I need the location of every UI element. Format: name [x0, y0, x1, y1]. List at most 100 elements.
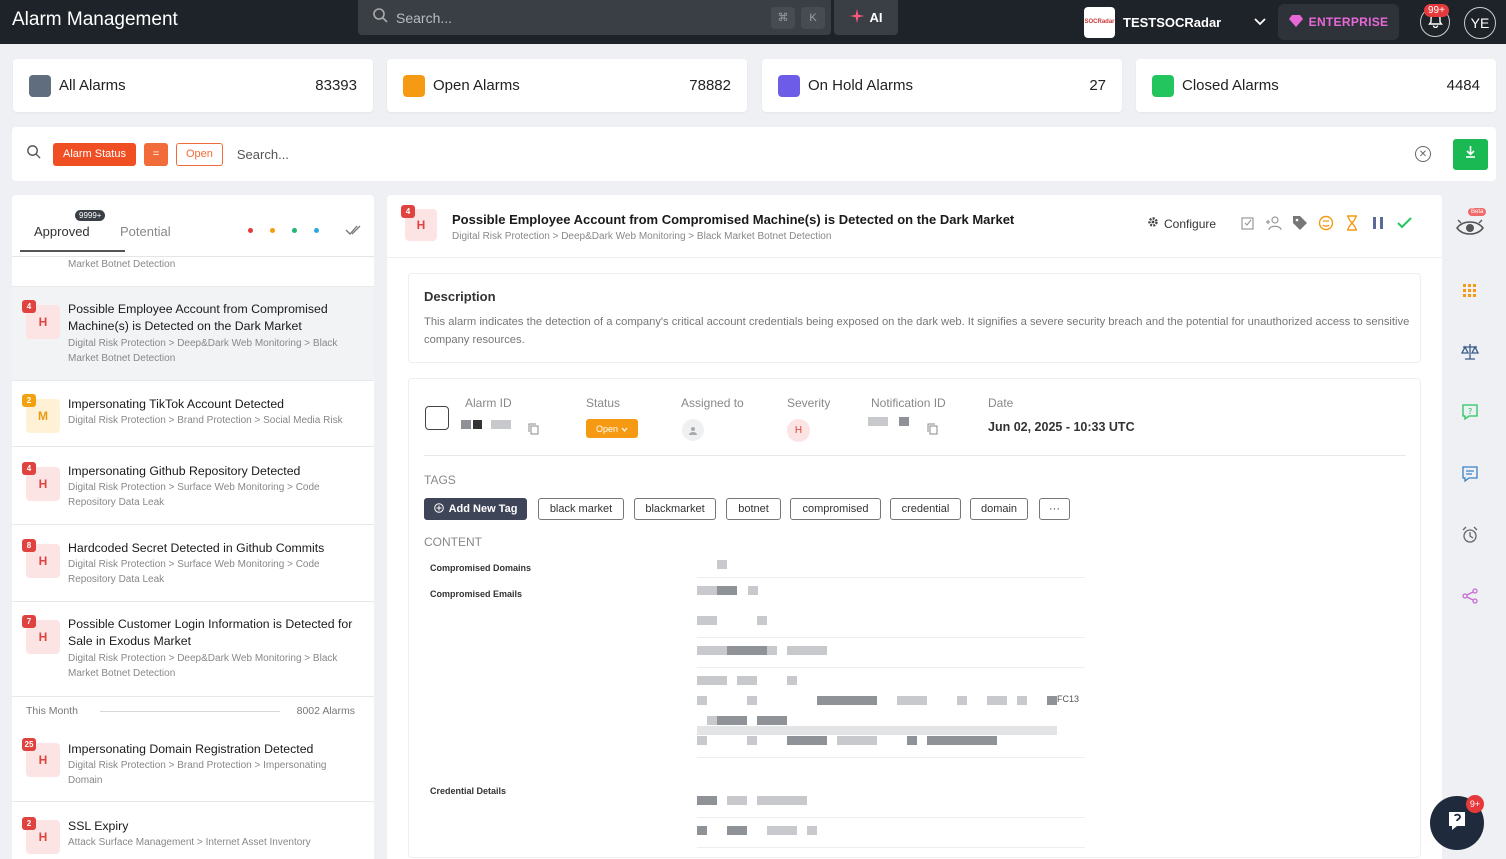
tag-chip[interactable]: compromised [790, 498, 881, 520]
list-item[interactable]: H 25 Impersonating Domain Registration D… [12, 725, 374, 802]
tag-chip[interactable]: credential [890, 498, 961, 520]
list-item[interactable]: H 4 Possible Employee Account from Compr… [12, 287, 374, 381]
clear-filter-icon[interactable]: ✕ [1415, 146, 1431, 162]
severity-filter-dot-green[interactable] [292, 228, 297, 233]
global-search[interactable]: Search... ⌘ K [358, 0, 831, 35]
severity-filter-dot-red[interactable] [248, 228, 253, 233]
more-tags-button[interactable]: ··· [1039, 498, 1070, 520]
stat-card-on-hold-alarms[interactable]: On Hold Alarms 27 [762, 59, 1122, 112]
list-item[interactable]: H 2 SSL Expiry Attack Surface Management… [12, 802, 374, 859]
checklist-icon[interactable] [1239, 214, 1257, 232]
alarm-id-label: Alarm ID [465, 396, 512, 410]
credential-details-label: Credential Details [430, 786, 507, 796]
filter-operator-chip[interactable]: = [143, 142, 168, 166]
severity-filter-dot-blue[interactable] [314, 228, 319, 233]
user-avatar[interactable]: YE [1464, 7, 1496, 39]
list-item-partial[interactable]: Market Botnet Detection [12, 257, 374, 287]
filter-field-chip[interactable]: Alarm Status [53, 142, 136, 166]
configure-button[interactable]: Configure [1147, 216, 1216, 231]
tag-chip[interactable]: botnet [726, 498, 781, 520]
beta-badge: Beta [1468, 208, 1487, 216]
filter-value-chip[interactable]: Open [175, 142, 223, 166]
list-item[interactable]: H 8 Hardcoded Secret Detected in Github … [12, 525, 374, 602]
alarm-select-checkbox[interactable] [425, 406, 449, 430]
stat-card-closed-alarms[interactable]: Closed Alarms 4484 [1136, 59, 1496, 112]
status-dropdown[interactable]: Open [586, 419, 638, 438]
list-item[interactable]: H 4 Impersonating Github Repository Dete… [12, 447, 374, 525]
filter-search-input[interactable]: Search... [237, 147, 1415, 162]
add-new-tag-button[interactable]: Add New Tag [424, 498, 527, 520]
stat-card-all-alarms[interactable]: All Alarms 83393 [13, 59, 373, 112]
redacted-value [727, 826, 747, 835]
question-chat-icon[interactable]: ? [1459, 401, 1481, 423]
org-logo: SOCRadar [1084, 6, 1115, 38]
svg-text:?: ? [1468, 407, 1472, 416]
alarm-count-badge: 4 [22, 300, 36, 313]
redacted-value [899, 417, 909, 426]
list-item-path: Digital Risk Protection > Surface Web Mo… [68, 559, 320, 585]
eye-radar-icon[interactable] [1455, 217, 1485, 239]
stat-card-open-alarms[interactable]: Open Alarms 78882 [387, 59, 747, 112]
status-value: Open [595, 423, 619, 434]
redacted-value [957, 696, 967, 705]
list-item-title: Impersonating Domain Registration Detect… [68, 742, 314, 756]
select-all-check-icon[interactable] [345, 223, 363, 241]
tag-chip[interactable]: black market [538, 498, 624, 520]
stat-color-swatch [1152, 74, 1174, 97]
share-icon[interactable] [1459, 585, 1481, 607]
redacted-value [837, 736, 877, 745]
list-item-path: Attack Surface Management > Internet Ass… [68, 837, 311, 848]
alarm-title: Possible Employee Account from Compromis… [452, 212, 1015, 227]
redacted-value [697, 726, 1057, 735]
status-label: Status [586, 396, 621, 410]
copy-icon[interactable] [927, 422, 938, 440]
comments-icon[interactable] [1459, 463, 1481, 485]
list-item-path: Digital Risk Protection > Deep&Dark Web … [68, 653, 338, 679]
list-item-path: Digital Risk Protection > Brand Protecti… [68, 760, 327, 786]
organization-switcher[interactable]: SOCRadar TESTSOCRadar [1080, 4, 1266, 40]
assign-user-icon[interactable] [1265, 214, 1283, 232]
tag-chip[interactable]: blackmarket [634, 498, 716, 520]
alarm-clock-icon[interactable] [1459, 524, 1481, 546]
tab-potential[interactable]: Potential [120, 224, 171, 239]
content-snippet: FC13 [1057, 694, 1080, 704]
redacted-value [757, 716, 787, 725]
redacted-value [747, 736, 757, 745]
scales-icon[interactable] [1459, 341, 1481, 363]
month-label: This Month [26, 705, 78, 717]
grid-apps-icon[interactable] [1459, 280, 1481, 302]
severity-filter-dot-orange[interactable] [270, 228, 275, 233]
redacted-value [897, 696, 927, 705]
global-search-placeholder: Search... [396, 9, 453, 26]
redacted-value [697, 586, 717, 595]
hourglass-icon[interactable] [1343, 214, 1361, 232]
redacted-value [757, 796, 807, 805]
alarm-count-badge: 25 [22, 738, 36, 751]
redacted-value [767, 826, 797, 835]
list-item-path: Digital Risk Protection > Brand Protecti… [68, 415, 343, 426]
list-item[interactable]: M 2 Impersonating TikTok Account Detecte… [12, 381, 374, 447]
ai-button[interactable]: AI [834, 0, 898, 35]
copy-icon[interactable] [528, 422, 539, 440]
redacted-value [1017, 696, 1027, 705]
redacted-value [473, 420, 482, 429]
org-name: TESTSOCRadar [1123, 14, 1222, 30]
shortcut-cmd-key: ⌘ [771, 6, 795, 29]
month-alarm-count: 8002 Alarms [296, 705, 355, 717]
download-button[interactable] [1453, 138, 1488, 170]
list-item-title: Hardcoded Secret Detected in Github Comm… [68, 541, 325, 555]
enterprise-plan-button[interactable]: ENTERPRISE [1278, 4, 1399, 40]
emoji-icon[interactable] [1317, 214, 1335, 232]
search-icon [26, 144, 41, 164]
redacted-value [817, 696, 877, 705]
resolve-check-icon[interactable] [1395, 214, 1413, 232]
tab-approved[interactable]: Approved [34, 224, 90, 239]
redacted-value [697, 796, 717, 805]
assign-user-avatar-icon[interactable] [682, 419, 704, 441]
right-tool-sidebar: ? [1443, 195, 1499, 859]
stat-color-swatch [778, 74, 800, 97]
tag-icon[interactable] [1291, 214, 1309, 232]
list-item[interactable]: H 7 Possible Customer Login Information … [12, 602, 374, 697]
pause-icon[interactable] [1369, 214, 1387, 232]
tag-chip[interactable]: domain [970, 498, 1028, 520]
